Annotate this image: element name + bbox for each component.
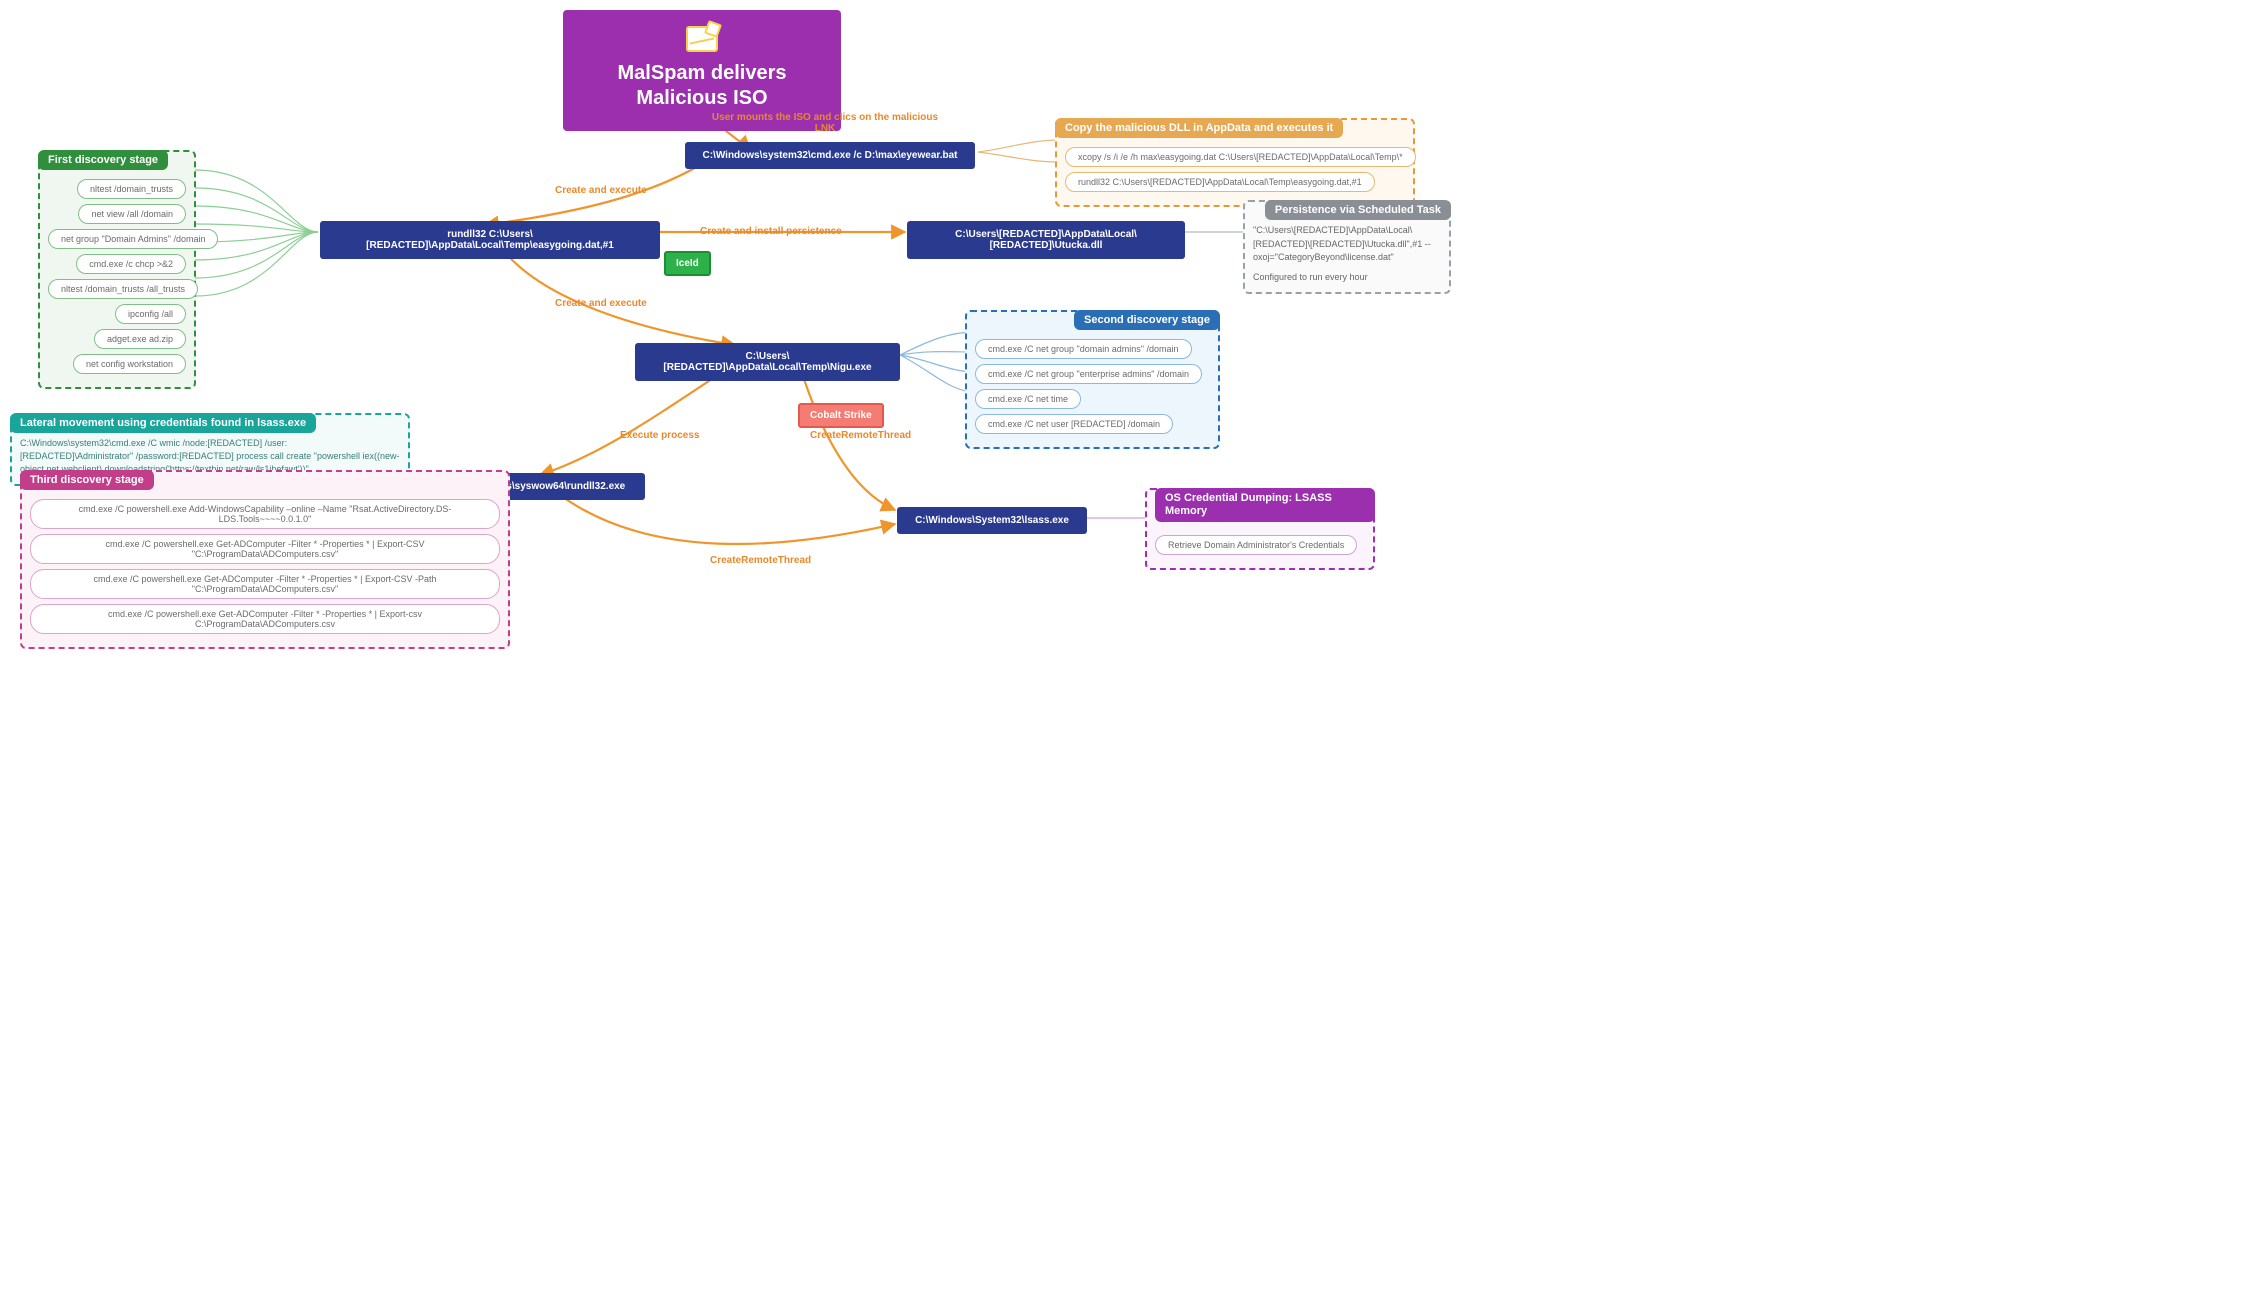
cred-dump-item: Retrieve Domain Administrator's Credenti… xyxy=(1155,535,1357,555)
node-utucka: C:\Users\[REDACTED]\AppData\Local\[REDAC… xyxy=(907,221,1185,259)
group-third-discovery: Third discovery stage cmd.exe /C powersh… xyxy=(20,470,510,649)
group-cred-dump: OS Credential Dumping: LSASS Memory Retr… xyxy=(1145,488,1375,570)
first-disc-list-item: ipconfig /all xyxy=(115,304,186,324)
group-lateral-header: Lateral movement using credentials found… xyxy=(10,413,316,433)
third-disc-list-item: cmd.exe /C powershell.exe Get-ADComputer… xyxy=(30,604,500,634)
first-disc-list-item: cmd.exe /c chcp >&2 xyxy=(76,254,186,274)
group-second-discovery-header: Second discovery stage xyxy=(1074,310,1220,330)
first-disc-list-item: nltest /domain_trusts xyxy=(77,179,186,199)
group-third-discovery-header: Third discovery stage xyxy=(20,470,154,490)
edge-exec-process: Execute process xyxy=(620,430,700,441)
first-disc-list-item: net view /all /domain xyxy=(78,204,186,224)
third-disc-list-item: cmd.exe /C powershell.exe Get-ADComputer… xyxy=(30,569,500,599)
root-title-2: Malicious ISO xyxy=(636,87,767,109)
second-disc-list-item: cmd.exe /C net user [REDACTED] /domain xyxy=(975,414,1173,434)
tag-iceid: IceId xyxy=(664,251,711,276)
copy-dll-list-item: xcopy /s /i /e /h max\easygoing.dat C:\U… xyxy=(1065,147,1416,167)
group-cred-dump-header: OS Credential Dumping: LSASS Memory xyxy=(1155,488,1375,522)
edge-persistence: Create and install persistence xyxy=(700,226,842,237)
persistence-line1: "C:\Users\[REDACTED]\AppData\Local\[REDA… xyxy=(1253,224,1441,265)
group-persistence: Persistence via Scheduled Task "C:\Users… xyxy=(1243,200,1451,294)
node-lsass: C:\Windows\System32\lsass.exe xyxy=(897,507,1087,534)
envelope-icon xyxy=(686,26,718,52)
node-nigu: C:\Users\[REDACTED]\AppData\Local\Temp\N… xyxy=(635,343,900,381)
third-disc-list-item: cmd.exe /C powershell.exe Get-ADComputer… xyxy=(30,534,500,564)
third-disc-list-item: cmd.exe /C powershell.exe Add-WindowsCap… xyxy=(30,499,500,529)
edge-crt-2: CreateRemoteThread xyxy=(710,555,811,566)
group-first-discovery: First discovery stage nltest /domain_tru… xyxy=(38,150,196,389)
tag-cobalt: Cobalt Strike xyxy=(798,403,884,428)
second-disc-list-item: cmd.exe /C net group "enterprise admins"… xyxy=(975,364,1202,384)
first-disc-list-item: net group "Domain Admins" /domain xyxy=(48,229,218,249)
node-rundll32: rundll32 C:\Users\[REDACTED]\AppData\Loc… xyxy=(320,221,660,259)
group-copy-dll: Copy the malicious DLL in AppData and ex… xyxy=(1055,118,1415,207)
persistence-line2: Configured to run every hour xyxy=(1253,271,1441,285)
first-disc-list-item: adget.exe ad.zip xyxy=(94,329,186,349)
edge-create-exec-1: Create and execute xyxy=(555,185,647,196)
root-malspam: MalSpam delivers Malicious ISO xyxy=(563,10,841,131)
group-persistence-header: Persistence via Scheduled Task xyxy=(1265,200,1451,220)
group-copy-dll-header: Copy the malicious DLL in AppData and ex… xyxy=(1055,118,1343,138)
group-first-discovery-header: First discovery stage xyxy=(38,150,168,170)
first-disc-list-item: nltest /domain_trusts /all_trusts xyxy=(48,279,198,299)
second-disc-list-item: cmd.exe /C net time xyxy=(975,389,1081,409)
copy-dll-list-item: rundll32 C:\Users\[REDACTED]\AppData\Loc… xyxy=(1065,172,1375,192)
group-second-discovery: Second discovery stage cmd.exe /C net gr… xyxy=(965,310,1220,449)
edge-create-exec-2: Create and execute xyxy=(555,298,647,309)
second-disc-list-item: cmd.exe /C net group "domain admins" /do… xyxy=(975,339,1192,359)
edge-crt-1: CreateRemoteThread xyxy=(810,430,911,441)
first-disc-list-item: net config workstation xyxy=(73,354,186,374)
root-title-1: MalSpam delivers xyxy=(618,62,787,84)
node-cmd-bat: C:\Windows\system32\cmd.exe /c D:\max\ey… xyxy=(685,142,975,169)
